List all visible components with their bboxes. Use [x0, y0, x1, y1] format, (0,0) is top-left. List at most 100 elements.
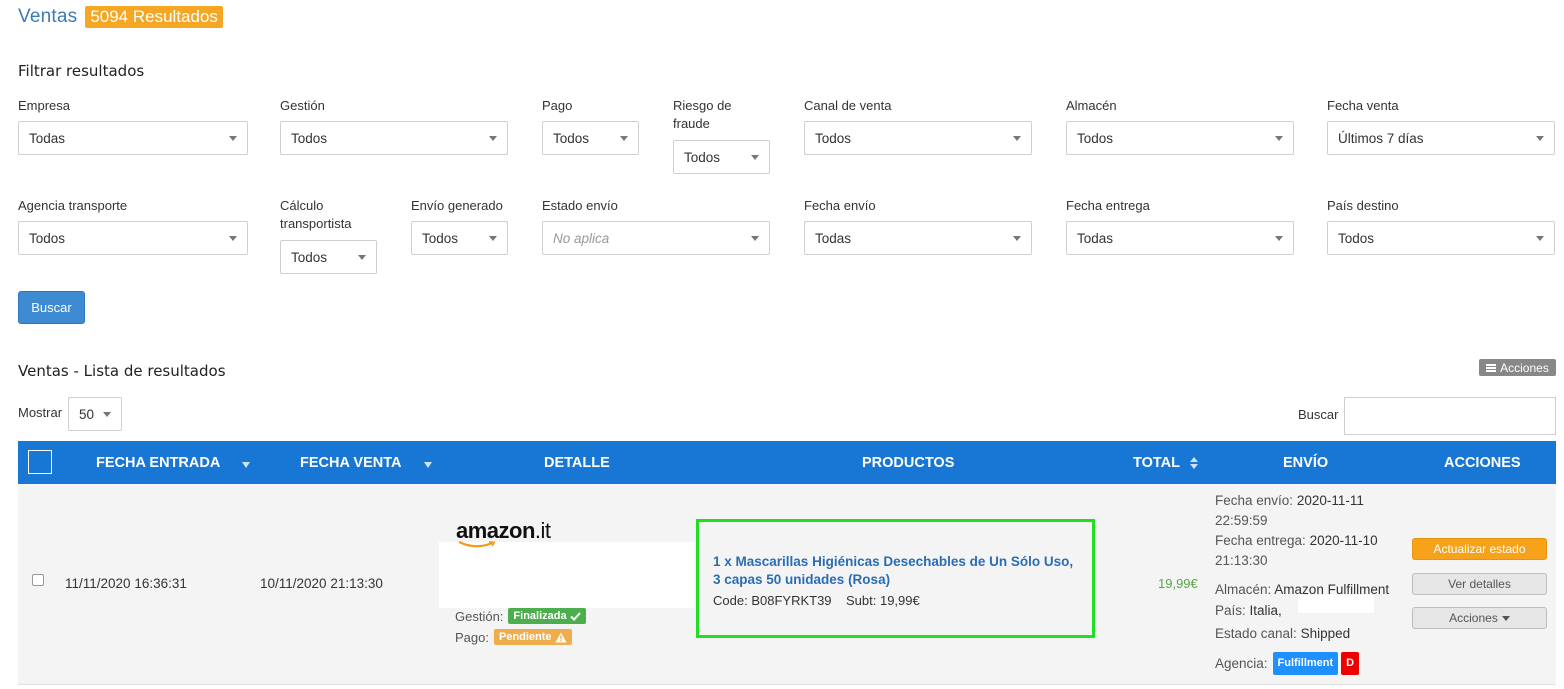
- filter-estado-envio-placeholder: No aplica: [553, 230, 610, 246]
- envio-almacen-label: Almacén:: [1215, 582, 1272, 597]
- envio-fecha-entrega: Fecha entrega: 2020-11-10: [1215, 531, 1378, 550]
- search-button[interactable]: Buscar: [18, 291, 85, 324]
- filter-pago: Pago: [542, 97, 572, 115]
- column-envio-label: ENVÍO: [1283, 454, 1329, 471]
- column-fecha-venta[interactable]: FECHA VENTA: [300, 441, 432, 484]
- table-search-label: Buscar: [1298, 407, 1339, 422]
- filter-envio-generado-label: Envío generado: [411, 198, 503, 213]
- filter-pais-value: Todos: [1338, 230, 1375, 246]
- row-checkbox[interactable]: [32, 574, 44, 586]
- envio-agencia: Agencia: Fulfillment D: [1215, 652, 1360, 675]
- column-total[interactable]: TOTAL: [1133, 441, 1198, 484]
- redacted-area: [1298, 595, 1374, 613]
- column-fecha-entrada[interactable]: FECHA ENTRADA: [96, 441, 251, 484]
- filter-canal-select[interactable]: Todos: [804, 121, 1032, 155]
- column-detalle: DETALLE: [544, 441, 610, 484]
- filter-almacen-label: Almacén: [1066, 98, 1117, 113]
- filter-estado-envio-label: Estado envío: [542, 198, 618, 213]
- envio-fecha-envio-date: 2020-11-11: [1296, 493, 1364, 508]
- chevron-down-icon: [1536, 136, 1544, 141]
- filter-agencia-select[interactable]: Todos: [18, 221, 248, 255]
- chevron-down-icon: [1013, 136, 1021, 141]
- chevron-down-icon: [1275, 236, 1283, 241]
- filter-pais-select[interactable]: Todos: [1327, 221, 1555, 255]
- table-header: FECHA ENTRADA FECHA VENTA DETALLE PRODUC…: [18, 441, 1556, 484]
- select-all-checkbox[interactable]: [28, 450, 52, 474]
- filter-riesgo-select[interactable]: Todos: [673, 140, 770, 174]
- filter-calculo-select[interactable]: Todos: [280, 240, 377, 274]
- filter-agencia-label: Agencia transporte: [18, 198, 128, 213]
- table-row: 11/11/2020 16:36:31 10/11/2020 21:13:30 …: [18, 484, 1556, 685]
- cell-fecha-entrada: 11/11/2020 16:36:31: [65, 576, 187, 591]
- filter-empresa-label: Empresa: [18, 98, 71, 113]
- envio-fecha-entrega-label: Fecha entrega:: [1215, 533, 1306, 548]
- chevron-down-icon: [229, 236, 237, 241]
- filter-fecha-entrega-select[interactable]: Todas: [1066, 221, 1294, 255]
- filter-gestion-select[interactable]: Todos: [280, 121, 508, 155]
- pago-label: Pago:: [455, 629, 489, 645]
- agencia-flag-badge: D: [1341, 652, 1360, 675]
- chevron-down-icon: [620, 136, 628, 141]
- warning-icon: [555, 632, 567, 642]
- envio-agencia-label: Agencia:: [1215, 656, 1268, 671]
- chevron-down-icon: [229, 136, 237, 141]
- filter-section-title: Filtrar resultados: [18, 62, 145, 80]
- filter-fecha-venta-select[interactable]: Últimos 7 días: [1327, 121, 1555, 155]
- filter-envio-generado-select[interactable]: Todos: [411, 221, 508, 255]
- detail-image-area: [439, 542, 694, 608]
- amazon-smile-icon: [458, 541, 496, 548]
- amazon-logo-main: amazon: [456, 518, 535, 543]
- filter-gestion-value: Todos: [291, 130, 328, 146]
- envio-fecha-entrega-time: 21:13:30: [1215, 553, 1268, 568]
- sort-desc-icon: [423, 461, 432, 468]
- bulk-actions-button[interactable]: Acciones: [1479, 359, 1556, 376]
- bulk-actions-label: Acciones: [1500, 360, 1549, 375]
- chevron-down-icon: [1013, 236, 1021, 241]
- product-name-link[interactable]: 1 x Mascarillas Higiénicas Desechables d…: [713, 553, 1083, 589]
- filter-fecha-envio-value: Todas: [815, 230, 852, 246]
- filter-gestion-label: Gestión: [280, 98, 325, 113]
- table-search-input[interactable]: [1344, 397, 1556, 435]
- filter-empresa-select[interactable]: Todas: [18, 121, 248, 155]
- page-header: Ventas 5094 Resultados: [18, 6, 223, 28]
- check-icon: [569, 611, 581, 621]
- view-details-button[interactable]: Ver detalles: [1412, 573, 1547, 595]
- chevron-down-icon: [489, 136, 497, 141]
- gestion-line: Gestión: Finalizada: [455, 608, 586, 624]
- filter-riesgo: Riesgo de fraude: [673, 97, 732, 133]
- filter-agencia: Agencia transporte: [18, 197, 127, 215]
- envio-fecha-envio: Fecha envío: 2020-11-11: [1215, 491, 1364, 510]
- filter-almacen-select[interactable]: Todos: [1066, 121, 1294, 155]
- filter-estado-envio: Estado envío: [542, 197, 618, 215]
- cell-total: 19,99€: [1158, 576, 1198, 591]
- pago-status-badge: Pendiente: [493, 629, 572, 645]
- column-fecha-venta-label: FECHA VENTA: [300, 454, 402, 471]
- chevron-down-icon: [103, 412, 111, 417]
- column-total-label: TOTAL: [1133, 454, 1180, 471]
- list-section-title: Ventas - Lista de resultados: [18, 362, 226, 380]
- filter-riesgo-value: Todos: [684, 149, 721, 165]
- envio-estado-value: Shipped: [1300, 626, 1351, 641]
- product-code: B08FYRKT39: [751, 593, 832, 608]
- filter-estado-envio-select[interactable]: No aplica: [542, 221, 770, 255]
- filter-empresa-value: Todas: [29, 130, 66, 146]
- envio-estado-label: Estado canal:: [1215, 626, 1297, 641]
- filter-calculo-label-1: Cálculo: [280, 198, 324, 213]
- pago-line: Pago: Pendiente: [455, 629, 572, 645]
- chevron-down-icon: [1536, 236, 1544, 241]
- product-cell-highlight: 1 x Mascarillas Higiénicas Desechables d…: [696, 519, 1095, 638]
- page-size-select[interactable]: 50: [68, 397, 122, 431]
- filter-pago-select[interactable]: Todos: [542, 121, 639, 155]
- update-status-button[interactable]: Actualizar estado: [1412, 538, 1547, 560]
- filter-calculo: Cálculo transportista: [280, 197, 352, 233]
- sort-icon: [1189, 456, 1198, 469]
- filter-fecha-envio-select[interactable]: Todas: [804, 221, 1032, 255]
- row-actions-dropdown[interactable]: Acciones: [1412, 607, 1547, 629]
- envio-fecha-entrega-date: 2020-11-10: [1309, 533, 1378, 548]
- chevron-down-icon: [1275, 136, 1283, 141]
- results-count-badge: 5094 Resultados: [85, 6, 223, 28]
- chevron-down-icon: [489, 236, 497, 241]
- filter-almacen: Almacén: [1066, 97, 1117, 115]
- filter-envio-generado-value: Todos: [422, 230, 459, 246]
- column-detalle-label: DETALLE: [544, 454, 610, 471]
